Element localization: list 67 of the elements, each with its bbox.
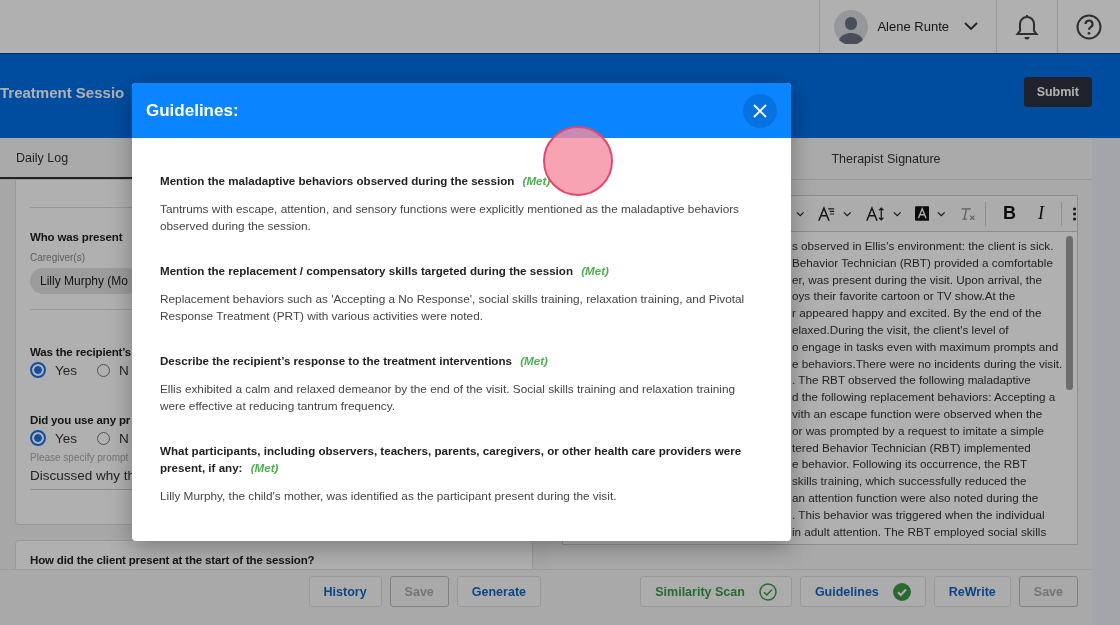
radio-button[interactable] — [30, 430, 46, 446]
font-size-icon[interactable] — [818, 204, 836, 223]
status-label: (Met) — [581, 264, 609, 277]
action-button[interactable]: ReWrite — [933, 576, 1011, 607]
close-icon — [753, 103, 767, 118]
scrollbar[interactable] — [1066, 236, 1073, 390]
radio-label: Yes — [55, 430, 78, 446]
guideline-title: Mention the maladaptive behaviors observed during the session (Met) — [160, 173, 552, 189]
text-line: skills training, which successfully reduced the — [792, 473, 1028, 490]
italic-button[interactable]: I — [1031, 203, 1052, 224]
caret-icon[interactable] — [843, 210, 852, 217]
question-label: Was the recipient’s — [30, 346, 132, 358]
text-line: e behavior. Following its occurrence, the RBT — [792, 456, 1029, 473]
text-line: er, was present during the visit. Upon arrival, the — [792, 271, 1044, 288]
chevron-down-icon[interactable] — [964, 22, 978, 31]
text-line: r appeared happy and excited. By the end of the — [792, 305, 1043, 322]
status-label: (Met) — [250, 461, 279, 474]
action-button[interactable]: History — [308, 576, 382, 607]
text-line: . This behavior was triggered when the individual — [792, 506, 1046, 523]
text-line: oys their favorite cartoon or TV show.At the — [792, 288, 1017, 305]
text-line: an attention function were also noted during the — [792, 489, 1040, 506]
text-line: d the following replacement behaviors: Accepting a — [792, 389, 1057, 406]
text-line: Behavior Technician (RBT) provided a comfortable — [792, 254, 1054, 271]
page-title: Treatment Sessio — [0, 83, 125, 101]
text-line: s observed in Ellis's environment: the client is sick. — [792, 238, 1055, 254]
guideline-text: Lilly Murphy, the child's mother, was identified as the participant present during the visit. — [160, 488, 618, 505]
bell-icon[interactable] — [1015, 13, 1039, 40]
question-label: Did you use any pr — [30, 414, 131, 426]
status-label: (Met) — [520, 354, 548, 367]
text-line: elaxed.During the visit, the client's level of — [792, 322, 1010, 338]
text-line: vith an escape function were observed when the — [792, 405, 1044, 422]
caret-icon[interactable] — [796, 210, 805, 217]
action-button[interactable]: Guidelines — [799, 576, 926, 607]
close-button[interactable] — [743, 93, 777, 128]
status-label: (Met) — [522, 174, 551, 187]
radio-label: N — [119, 430, 129, 446]
guideline-title: What participants, including observers, teachers, parents, caregivers, or other health care providers were present, if any: (Met) — [160, 443, 743, 476]
text-line: in adult attention. The RBT employed social skills — [792, 523, 1048, 540]
bold-button[interactable]: B — [996, 203, 1024, 224]
dialog-title: Guidelines: — [146, 100, 239, 121]
guideline-title: Describe the recipient’s response to the treatment interventions (Met) — [160, 353, 549, 369]
radio-label: N — [119, 362, 129, 378]
caret-icon[interactable] — [937, 210, 946, 217]
text-line: . The RBT observed the following maladaptive — [792, 372, 1032, 389]
highlight-icon[interactable] — [915, 205, 930, 222]
user-menu[interactable]: Alene Runte — [819, 0, 996, 53]
avatar-icon — [834, 9, 869, 44]
text-line: or was prompted by a request to imitate a simple — [792, 422, 1046, 439]
user-name: Alene Runte — [877, 19, 949, 34]
guideline-text: Replacement behaviors such as 'Accepting a No Response', social skills training, relaxation training, and Pivotal Response Treatment (PRT) with various activities were noted. — [160, 291, 746, 324]
submit-button[interactable]: Submit — [1023, 77, 1092, 107]
question-label: How did the client present at the start of the session? — [30, 554, 315, 566]
more-icon[interactable] — [1071, 204, 1077, 223]
guideline-text: Tantrums with escape, attention, and sensory functions were explicitly mentioned as the maladaptive behaviors observed during the session. — [160, 201, 740, 234]
line-height-icon[interactable] — [865, 204, 885, 223]
text-line: tered Behavior Technician (RBT) implemented — [792, 439, 1032, 456]
caret-icon[interactable] — [892, 210, 902, 217]
field-label: Caregiver(s) — [30, 252, 86, 263]
question-label: Who was present — [30, 231, 123, 243]
guideline-title: Mention the replacement / compensatory skills targeted during the session (Met) — [160, 263, 610, 279]
radio-label: Yes — [55, 362, 78, 378]
text-line: o engage in tasks even with maximum prompts and — [792, 338, 1060, 355]
radio-button[interactable] — [30, 362, 46, 378]
help-icon[interactable] — [1076, 13, 1102, 40]
action-button[interactable]: Generate — [456, 576, 541, 607]
guideline-text: Ellis exhibited a calm and relaxed demeanor by the end of the visit. Social skills training and relaxation training were effective at reducing tantrum frequency. — [160, 381, 737, 414]
text-line: e behaviors.There were no incidents during the visit. — [792, 355, 1063, 372]
